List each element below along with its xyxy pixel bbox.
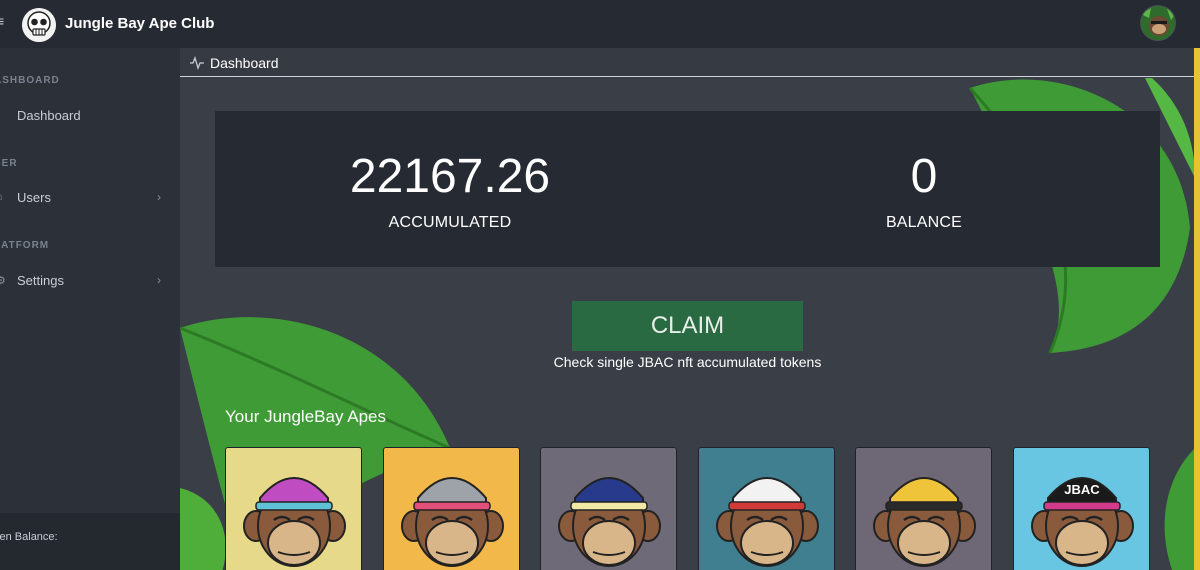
ape-nft-card[interactable]	[383, 447, 520, 570]
ape-nft-card[interactable]	[540, 447, 677, 570]
sidebar-section-dashboard: ASHBOARD	[0, 75, 60, 86]
svg-text:JBAC: JBAC	[1064, 482, 1100, 497]
chevron-right-icon: ›	[157, 190, 161, 204]
ape-nft-card[interactable]: JBAC	[1013, 447, 1150, 570]
sidebar: ASHBOARD ▫ Dashboard SER ⌂ Users › LATFO…	[0, 48, 180, 570]
sidebar-item-label: Dashboard	[17, 107, 81, 123]
ape-portrait	[558, 477, 661, 567]
sidebar-item-dashboard[interactable]: ▫ Dashboard	[0, 100, 180, 130]
ape-portrait	[716, 477, 819, 567]
settings-icon: ⚙	[0, 275, 6, 287]
ape-portrait: JBAC	[1031, 477, 1134, 567]
ape-portrait	[873, 477, 976, 567]
apes-section-title: Your JungleBay Apes	[225, 407, 386, 426]
activity-icon	[190, 48, 204, 73]
chevron-right-icon: ›	[157, 273, 161, 287]
ape-nft-card[interactable]	[855, 447, 992, 570]
main-content: 22167.26 ACCUMULATED 0 BALANCE CLAIM Che…	[180, 78, 1194, 570]
dashboard-icon: ▫	[0, 109, 6, 121]
balance-value: 0	[910, 150, 938, 203]
ape-portrait	[401, 477, 504, 567]
scrollbar[interactable]	[1194, 48, 1200, 570]
claim-button[interactable]: CLAIM	[572, 301, 803, 351]
sidebar-item-settings[interactable]: ⚙ Settings ›	[0, 265, 180, 295]
breadcrumb-current[interactable]: Dashboard	[210, 55, 279, 71]
ape-nft-card[interactable]	[698, 447, 835, 570]
sidebar-item-label: Settings	[17, 272, 64, 288]
app-title[interactable]: Jungle Bay Ape Club	[65, 15, 214, 32]
token-stats-panel: 22167.26 ACCUMULATED 0 BALANCE	[215, 111, 1160, 267]
leaf-decoration	[1164, 449, 1194, 570]
sidebar-item-label: Users	[17, 189, 51, 205]
hamburger-icon[interactable]: ≡	[0, 14, 8, 28]
ape-avatar-icon[interactable]	[1140, 5, 1176, 41]
top-bar: ≡ Jungle Bay Ape Club	[0, 0, 1200, 48]
accumulated-label: ACCUMULATED	[388, 214, 512, 231]
sidebar-section-platform: LATFORM	[0, 240, 50, 251]
balance-label: BALANCE	[885, 214, 963, 231]
claim-hint: Check single JBAC nft accumulated tokens	[553, 354, 822, 370]
breadcrumb: Dashboard	[180, 48, 1194, 77]
skull-logo-icon[interactable]	[22, 8, 56, 42]
sidebar-item-users[interactable]: ⌂ Users ›	[0, 182, 180, 212]
users-icon: ⌂	[0, 191, 6, 203]
ape-portrait	[243, 477, 346, 567]
accumulated-value: 22167.26	[349, 150, 551, 203]
sidebar-section-user: SER	[0, 158, 18, 169]
token-balance-label: ken Balance:	[0, 531, 58, 543]
sidebar-footer: ken Balance:	[0, 513, 180, 570]
ape-nft-card[interactable]	[225, 447, 362, 570]
